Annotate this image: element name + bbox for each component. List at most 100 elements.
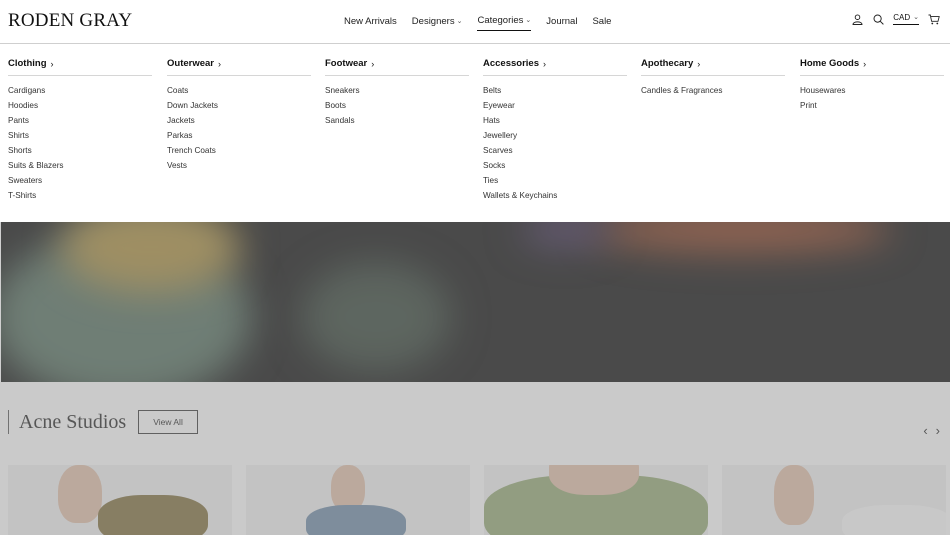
brand-title: Acne Studios bbox=[19, 410, 127, 433]
hero-blur-shape bbox=[301, 262, 451, 372]
nav-new-arrivals[interactable]: New Arrivals bbox=[344, 15, 397, 31]
menu-item[interactable]: Scarves bbox=[483, 145, 627, 160]
menu-item[interactable]: Print bbox=[800, 100, 944, 115]
currency-label: CAD bbox=[893, 13, 911, 22]
nav-label: Sale bbox=[592, 15, 612, 27]
menu-item[interactable]: Ties bbox=[483, 175, 627, 190]
chevron-down-icon: ⌄ bbox=[913, 14, 919, 21]
chevron-down-icon: ⌄ bbox=[456, 17, 463, 25]
menu-heading[interactable]: Home Goods › bbox=[800, 58, 944, 76]
menu-item[interactable]: Trench Coats bbox=[167, 145, 311, 160]
menu-item[interactable]: T-Shirts bbox=[8, 190, 152, 205]
menu-column-home-goods: Home Goods › Housewares Print bbox=[800, 58, 944, 115]
menu-item[interactable]: Shirts bbox=[8, 130, 152, 145]
menu-item[interactable]: Sneakers bbox=[325, 85, 469, 100]
product-carousel bbox=[8, 465, 946, 535]
product-card[interactable] bbox=[246, 465, 470, 535]
menu-column-footwear: Footwear › Sneakers Boots Sandals bbox=[325, 58, 469, 130]
menu-item[interactable]: Socks bbox=[483, 160, 627, 175]
menu-list: Housewares Print bbox=[800, 85, 944, 115]
menu-heading-label: Accessories bbox=[483, 58, 539, 69]
menu-heading-label: Clothing bbox=[8, 58, 47, 69]
menu-item[interactable]: Suits & Blazers bbox=[8, 160, 152, 175]
menu-item[interactable]: Housewares bbox=[800, 85, 944, 100]
menu-heading-label: Apothecary bbox=[641, 58, 694, 69]
menu-column-outerwear: Outerwear › Coats Down Jackets Jackets Parka… bbox=[167, 58, 311, 175]
menu-heading[interactable]: Outerwear › bbox=[167, 58, 311, 76]
site-header: RODEN GRAY New Arrivals Designers ⌄ Categ… bbox=[0, 0, 950, 44]
menu-item[interactable]: Sandals bbox=[325, 115, 469, 130]
account-icon[interactable] bbox=[851, 13, 863, 25]
product-image bbox=[98, 495, 208, 535]
menu-item[interactable]: Jackets bbox=[167, 115, 311, 130]
menu-list: Sneakers Boots Sandals bbox=[325, 85, 469, 130]
header-utilities: CAD ⌄ bbox=[851, 13, 940, 25]
chevron-right-icon[interactable]: › bbox=[936, 423, 940, 438]
menu-item[interactable]: Boots bbox=[325, 100, 469, 115]
menu-item[interactable]: Candles & Fragrances bbox=[641, 85, 785, 100]
chevron-right-icon: › bbox=[218, 58, 221, 69]
menu-item[interactable]: Jewellery bbox=[483, 130, 627, 145]
hero-image bbox=[1, 222, 950, 382]
menu-item[interactable]: Sweaters bbox=[8, 175, 152, 190]
brand-section-header: Acne Studios View All bbox=[8, 410, 198, 434]
nav-label: New Arrivals bbox=[344, 15, 397, 27]
chevron-right-icon: › bbox=[371, 58, 375, 69]
menu-heading[interactable]: Footwear › bbox=[325, 58, 469, 76]
menu-item[interactable]: Parkas bbox=[167, 130, 311, 145]
main-nav: New Arrivals Designers ⌄ Categories ⌄ Jour… bbox=[344, 15, 611, 31]
menu-item[interactable]: Pants bbox=[8, 115, 152, 130]
product-image bbox=[774, 465, 814, 525]
menu-item[interactable]: Shorts bbox=[8, 145, 152, 160]
menu-item[interactable]: Cardigans bbox=[8, 85, 152, 100]
menu-heading-label: Outerwear bbox=[167, 58, 214, 69]
chevron-right-icon: › bbox=[697, 58, 701, 69]
menu-item[interactable]: Wallets & Keychains bbox=[483, 190, 627, 205]
menu-item[interactable]: Coats bbox=[167, 85, 311, 100]
menu-item[interactable]: Hats bbox=[483, 115, 627, 130]
menu-item[interactable]: Hoodies bbox=[8, 100, 152, 115]
nav-label: Categories bbox=[477, 15, 524, 26]
nav-label: Designers bbox=[411, 15, 455, 27]
chevron-down-icon: ⌄ bbox=[525, 17, 532, 24]
product-card[interactable] bbox=[722, 465, 946, 535]
menu-item[interactable]: Belts bbox=[483, 85, 627, 100]
menu-column-accessories: Accessories › Belts Eyewear Hats Jewellery Sc… bbox=[483, 58, 627, 205]
menu-heading-label: Footwear bbox=[325, 58, 368, 69]
view-all-button[interactable]: View All bbox=[138, 410, 198, 434]
cart-icon[interactable] bbox=[928, 13, 940, 25]
hero-blur-shape bbox=[591, 222, 891, 252]
product-card[interactable] bbox=[484, 465, 708, 535]
product-image bbox=[306, 505, 406, 535]
menu-list: Candles & Fragrances bbox=[641, 85, 785, 100]
product-image bbox=[549, 465, 639, 495]
menu-heading[interactable]: Clothing › bbox=[8, 58, 152, 76]
nav-categories[interactable]: Categories ⌄ bbox=[477, 15, 532, 31]
chevron-right-icon: › bbox=[542, 58, 546, 69]
carousel-controls: ‹ › bbox=[923, 423, 940, 438]
chevron-right-icon: › bbox=[863, 58, 867, 69]
menu-heading[interactable]: Accessories › bbox=[483, 58, 627, 76]
currency-selector[interactable]: CAD ⌄ bbox=[893, 13, 919, 25]
hero-blur-shape bbox=[521, 222, 611, 247]
nav-label: Journal bbox=[546, 15, 578, 27]
divider bbox=[8, 410, 9, 434]
menu-heading[interactable]: Apothecary › bbox=[641, 58, 785, 76]
categories-mega-menu: Clothing › Cardigans Hoodies Pants Shirts Sho… bbox=[0, 45, 950, 222]
product-card[interactable] bbox=[8, 465, 232, 535]
product-image bbox=[58, 465, 102, 523]
chevron-right-icon: › bbox=[50, 58, 54, 69]
nav-journal[interactable]: Journal bbox=[546, 15, 577, 31]
nav-designers[interactable]: Designers ⌄ bbox=[412, 15, 463, 31]
nav-sale[interactable]: Sale bbox=[592, 15, 611, 31]
menu-item[interactable]: Vests bbox=[167, 160, 311, 175]
menu-item[interactable]: Down Jackets bbox=[167, 100, 311, 115]
menu-list: Coats Down Jackets Jackets Parkas Trench Coa… bbox=[167, 85, 311, 175]
menu-column-clothing: Clothing › Cardigans Hoodies Pants Shirts Sho… bbox=[8, 58, 152, 205]
search-icon[interactable] bbox=[872, 13, 884, 25]
menu-item[interactable]: Eyewear bbox=[483, 100, 627, 115]
menu-list: Belts Eyewear Hats Jewellery Scarves Socks Tie… bbox=[483, 85, 627, 205]
product-image bbox=[842, 505, 946, 535]
chevron-left-icon[interactable]: ‹ bbox=[923, 423, 927, 438]
site-logo[interactable]: RODEN GRAY bbox=[8, 10, 132, 32]
